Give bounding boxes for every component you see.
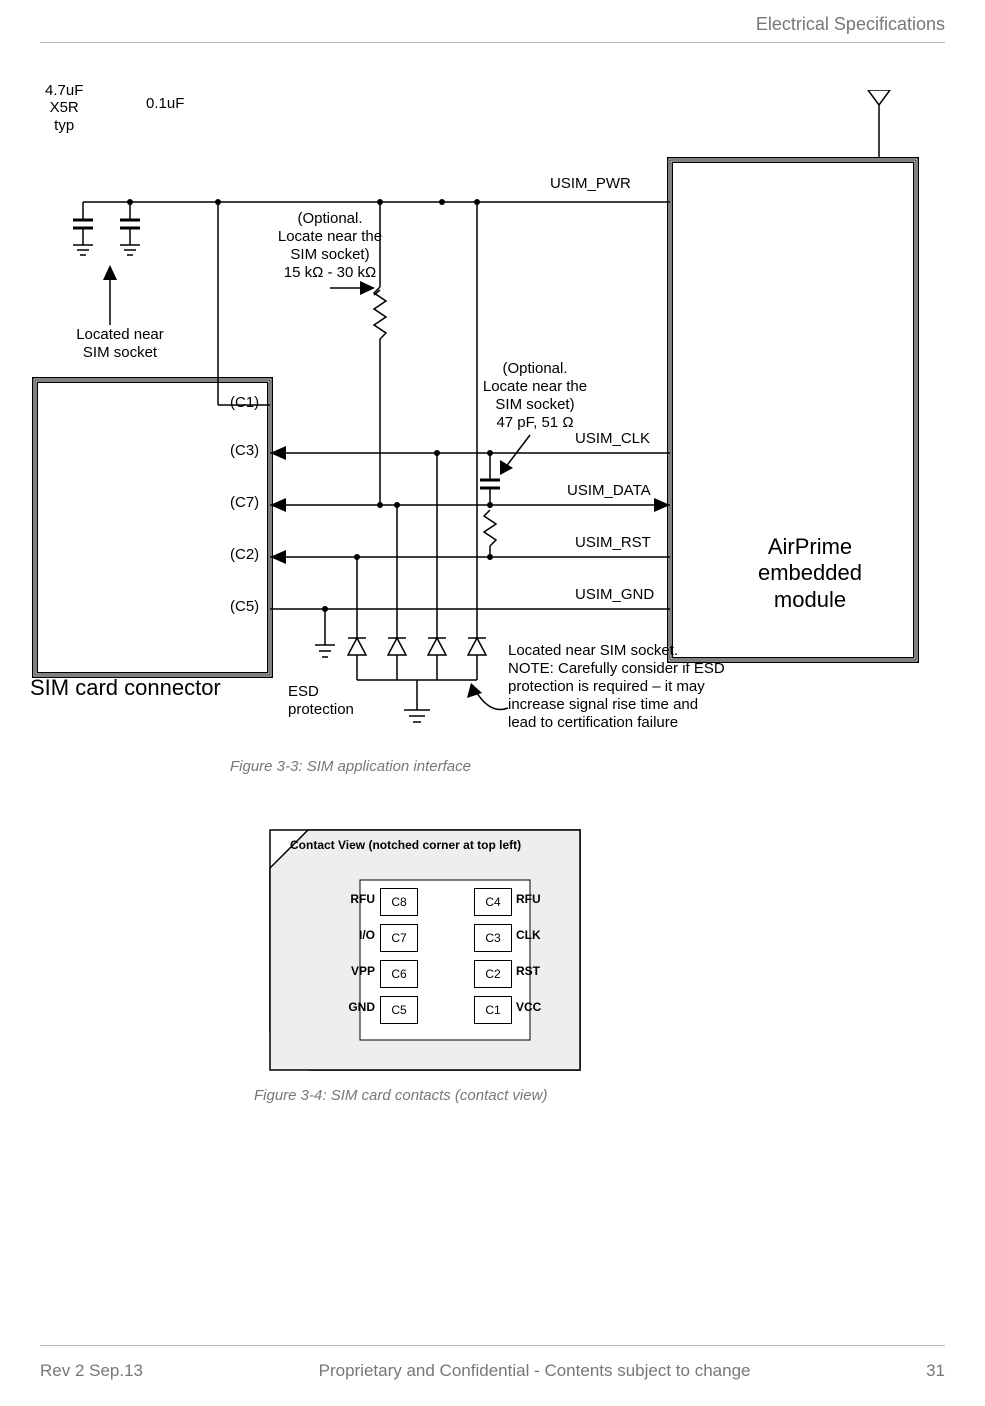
pad-c5: C5 xyxy=(380,996,418,1024)
pin-c1: (C1) xyxy=(230,394,259,411)
cr-rst: RST xyxy=(516,964,556,978)
pin-c2: (C2) xyxy=(230,546,259,563)
figure-3-3-caption: Figure 3-3: SIM application interface xyxy=(230,758,471,775)
cr-rfu: RFU xyxy=(516,892,556,906)
sig-pwr: USIM_PWR xyxy=(550,175,631,192)
esd-note: Located near SIM socket. NOTE: Carefully… xyxy=(508,642,725,732)
pad-c7: C7 xyxy=(380,924,418,952)
esd-label: ESD protection xyxy=(288,683,354,719)
footer-rev: Rev 2 Sep.13 xyxy=(40,1361,143,1381)
cl-vpp: VPP xyxy=(335,964,375,978)
optional-cap-label: (Optional. Locate near the SIM socket) 4… xyxy=(460,360,610,432)
cr-vcc: VCC xyxy=(516,1000,556,1014)
cl-rfu: RFU xyxy=(335,892,375,906)
pad-c8: C8 xyxy=(380,888,418,916)
pin-c3: (C3) xyxy=(230,442,259,459)
footer-page-number: 31 xyxy=(926,1361,945,1381)
page-header-title: Electrical Specifications xyxy=(756,14,945,35)
pin-c5: (C5) xyxy=(230,598,259,615)
cl-gnd: GND xyxy=(335,1000,375,1014)
sig-gnd: USIM_GND xyxy=(575,586,654,603)
pad-c4: C4 xyxy=(474,888,512,916)
footer-rule xyxy=(40,1345,945,1346)
footer-confidential: Proprietary and Confidential - Contents … xyxy=(319,1361,751,1381)
pad-c2: C2 xyxy=(474,960,512,988)
sig-data: USIM_DATA xyxy=(567,482,651,499)
located-near-label: Located near SIM socket xyxy=(60,326,180,362)
sim-interface-diagram: 4.7uF X5R typ 0.1uF Located near SIM soc… xyxy=(30,90,960,780)
cap-0u1-label: 0.1uF xyxy=(146,95,184,112)
optional-resistor-label: (Optional. Locate near the SIM socket) 1… xyxy=(255,210,405,282)
sig-rst: USIM_RST xyxy=(575,534,651,551)
pad-c1: C1 xyxy=(474,996,512,1024)
sim-contacts-diagram: Contact View (notched corner at top left… xyxy=(260,820,600,1090)
pin-c7: (C7) xyxy=(230,494,259,511)
contact-view-title: Contact View (notched corner at top left… xyxy=(290,838,521,852)
page-footer: Rev 2 Sep.13 Proprietary and Confidentia… xyxy=(40,1361,945,1381)
cl-io: I/O xyxy=(335,928,375,942)
cap-4u7-label: 4.7uF X5R typ xyxy=(45,82,83,134)
pad-c3: C3 xyxy=(474,924,512,952)
module-label: AirPrime embedded module xyxy=(730,534,890,613)
pad-c6: C6 xyxy=(380,960,418,988)
figure-3-4-caption: Figure 3-4: SIM card contacts (contact v… xyxy=(254,1087,547,1104)
cr-clk: CLK xyxy=(516,928,556,942)
sig-clk: USIM_CLK xyxy=(575,430,650,447)
header-rule xyxy=(40,42,945,43)
sim-connector-label: SIM card connector xyxy=(30,675,221,701)
